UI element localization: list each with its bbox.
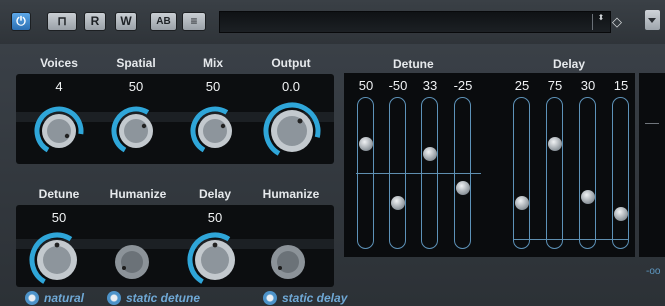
detune-tap-handle[interactable] xyxy=(422,147,437,162)
meter-marker xyxy=(645,123,659,124)
spatial-knob[interactable] xyxy=(111,106,161,156)
bypass-icon: ⊓ xyxy=(57,14,67,28)
preset-field[interactable]: ⬍ ◇ xyxy=(219,11,622,33)
static-delay-label[interactable]: static delay xyxy=(282,291,347,305)
list-icon: ≡ xyxy=(190,14,198,28)
read-automation-button[interactable]: R xyxy=(84,12,106,31)
delay-tap-handle[interactable] xyxy=(514,195,529,210)
detune-tap-value: -25 xyxy=(453,78,473,93)
static-detune-radio[interactable] xyxy=(107,291,121,305)
delay-tap-value: 15 xyxy=(613,78,629,93)
detune-knob-value: 50 xyxy=(51,210,67,225)
output-label: Output xyxy=(271,56,311,70)
detune-section-title: Detune xyxy=(393,57,434,71)
mix-label: Mix xyxy=(202,56,223,70)
spatial-value: 50 xyxy=(128,79,144,94)
delay-knob[interactable] xyxy=(186,231,244,289)
detune-tap-handle[interactable] xyxy=(455,180,470,195)
delay-tap-slider[interactable] xyxy=(513,97,530,249)
delay-humanize-label: Humanize xyxy=(262,187,320,201)
power-icon: ⏻ xyxy=(16,14,26,28)
plugin-toolbar: ⏻ ⊓ R W AB ≡ ⬍ ◇ xyxy=(0,0,665,44)
meter-readout: -oo xyxy=(646,266,661,277)
preset-browser-icon[interactable]: ◇ xyxy=(609,14,625,30)
delay-knob-value: 50 xyxy=(207,210,223,225)
mix-knob[interactable] xyxy=(190,106,240,156)
bypass-button[interactable]: ⊓ xyxy=(47,12,77,31)
delay-tap-value: 75 xyxy=(547,78,563,93)
output-value: 0.0 xyxy=(281,79,301,94)
voices-knob[interactable] xyxy=(34,106,84,156)
detune-tap-value: -50 xyxy=(388,78,408,93)
voices-value: 4 xyxy=(55,79,63,94)
voices-label: Voices xyxy=(40,56,78,70)
detune-tap-value: 33 xyxy=(422,78,438,93)
plugin-panel: Voices Spatial Mix Output 4 50 50 0.0 De… xyxy=(0,44,665,306)
delay-tap-handle[interactable] xyxy=(547,136,562,151)
delay-section-title: Delay xyxy=(553,57,586,71)
static-detune-label[interactable]: static detune xyxy=(126,291,200,305)
detune-tap-value: 50 xyxy=(358,78,374,93)
write-automation-button[interactable]: W xyxy=(115,12,137,31)
delay-tap-slider[interactable] xyxy=(579,97,596,249)
output-meter xyxy=(639,73,665,257)
delay-tap-handle[interactable] xyxy=(613,207,628,222)
detune-tap-slider[interactable] xyxy=(421,97,438,249)
power-button[interactable]: ⏻ xyxy=(11,12,31,31)
detune-tap-handle[interactable] xyxy=(390,195,405,210)
natural-label[interactable]: natural xyxy=(44,291,84,305)
settings-menu-button[interactable]: ≡ xyxy=(182,12,206,31)
detune-tap-slider[interactable] xyxy=(357,97,374,249)
detune-tap-slider[interactable] xyxy=(389,97,406,249)
preset-separator xyxy=(592,14,593,30)
ab-compare-button[interactable]: AB xyxy=(150,12,177,31)
delay-tap-handle[interactable] xyxy=(580,189,595,204)
multi-tap-chorus-plugin: ⏻ ⊓ R W AB ≡ ⬍ ◇ Voices Spatial Mix Outp… xyxy=(0,0,665,306)
preset-stepper-icon[interactable]: ⬍ xyxy=(597,14,605,30)
delay-humanize-knob[interactable] xyxy=(267,241,309,283)
natural-radio[interactable] xyxy=(25,291,39,305)
mix-value: 50 xyxy=(205,79,221,94)
detune-knob-label: Detune xyxy=(38,187,80,201)
delay-tap-value: 25 xyxy=(514,78,530,93)
delay-tap-value: 30 xyxy=(580,78,596,93)
static-delay-radio[interactable] xyxy=(263,291,277,305)
output-knob[interactable] xyxy=(262,101,322,161)
detune-humanize-knob[interactable] xyxy=(111,241,153,283)
delay-tap-slider[interactable] xyxy=(612,97,629,249)
detune-tap-handle[interactable] xyxy=(358,136,373,151)
delay-tap-slider[interactable] xyxy=(546,97,563,249)
spatial-label: Spatial xyxy=(116,56,156,70)
detune-humanize-label: Humanize xyxy=(109,187,167,201)
detune-knob[interactable] xyxy=(28,231,86,289)
delay-knob-label: Delay xyxy=(198,187,232,201)
chevron-down-icon[interactable] xyxy=(645,10,660,30)
detune-tap-slider[interactable] xyxy=(454,97,471,249)
